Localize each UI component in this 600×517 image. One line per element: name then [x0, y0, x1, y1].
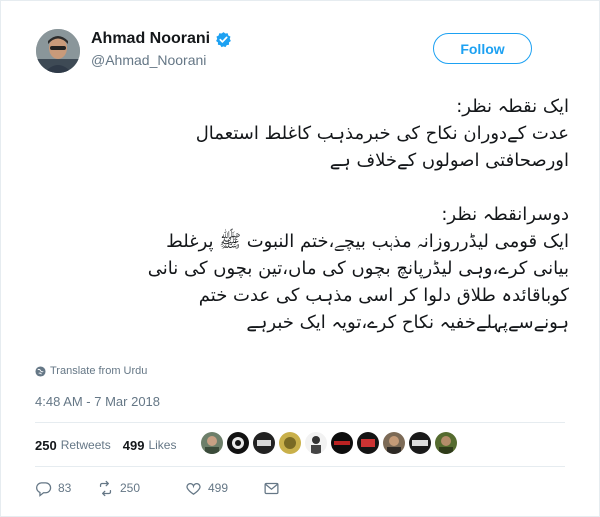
reply-button[interactable]: 83 [35, 480, 97, 497]
envelope-icon [264, 482, 279, 494]
liker-avatar[interactable] [227, 432, 249, 454]
liker-avatar[interactable] [409, 432, 431, 454]
tweet-actions: 83 250 499 [35, 478, 280, 498]
reply-count: 83 [58, 481, 72, 495]
likes-label: Likes [148, 438, 177, 452]
translate-link[interactable]: Translate from Urdu [35, 365, 147, 377]
liker-avatar[interactable] [279, 432, 301, 454]
liker-avatars [201, 432, 457, 454]
like-button[interactable]: 499 [185, 480, 263, 497]
verified-badge-icon [215, 31, 232, 48]
reply-icon [36, 481, 52, 497]
liker-avatar[interactable] [435, 432, 457, 454]
author-name-row[interactable]: Ahmad Noorani [91, 30, 232, 48]
liker-avatar[interactable] [201, 432, 223, 454]
tweet-line: دوسرانقطہ نظر: [441, 204, 569, 225]
liker-avatar[interactable] [253, 432, 275, 454]
divider [35, 422, 565, 423]
author-handle[interactable]: @Ahmad_Noorani [91, 52, 206, 68]
tweet-timestamp[interactable]: 4:48 AM - 7 Mar 2018 [35, 394, 160, 409]
liker-avatar[interactable] [357, 432, 379, 454]
author-name[interactable]: Ahmad Noorani [91, 30, 210, 48]
liker-avatar[interactable] [305, 432, 327, 454]
tweet-line: ایک نقطہ نظر: [456, 96, 569, 117]
globe-icon [35, 365, 46, 377]
tweet-line: عدت کےدوران نکاح کی خبرمذہب کاغلط استعما… [195, 123, 569, 144]
author-avatar[interactable] [36, 29, 80, 73]
retweet-icon [99, 480, 112, 496]
engagement-stats: 250 Retweets 499 Likes [35, 434, 188, 456]
tweet-text: ایک نقطہ نظر: عدت کےدوران نکاح کی خبرمذہ… [21, 93, 569, 336]
tweet-card: Ahmad Noorani @Ahmad_Noorani Follow ایک … [0, 0, 600, 517]
tweet-line: ہونےسےپہلےخفیہ نکاح کرے،تویہ ایک خبرہے [246, 312, 569, 333]
tweet-line: اورصحافتی اصولوں کےخلاف ہے [329, 150, 569, 171]
retweets-label: Retweets [60, 438, 111, 452]
heart-icon [186, 482, 201, 495]
liker-avatar[interactable] [331, 432, 353, 454]
direct-message-button[interactable] [263, 480, 280, 497]
retweets-count: 250 [35, 437, 57, 453]
retweet-button[interactable]: 250 [97, 480, 185, 497]
tweet-line: ایک قومی لیڈرروزانہ مذہب بیچے،ختم النبوت… [166, 231, 569, 252]
follow-button[interactable]: Follow [433, 33, 532, 64]
like-count: 499 [208, 481, 229, 495]
divider [35, 466, 565, 467]
tweet-line: کوباقائدہ طلاق دلوا کر اسی مذہب کی عدت خ… [198, 285, 569, 306]
retweets-stat[interactable]: 250 Retweets [35, 438, 111, 453]
translate-label[interactable]: Translate from Urdu [50, 365, 147, 377]
tweet-line: بیانی کرے،وہی لیڈرپانچ بچوں کی ماں،تین ب… [147, 258, 569, 279]
retweet-count: 250 [120, 481, 141, 495]
liker-avatar[interactable] [383, 432, 405, 454]
likes-count: 499 [122, 437, 145, 453]
likes-stat[interactable]: 499 Likes [123, 438, 177, 453]
